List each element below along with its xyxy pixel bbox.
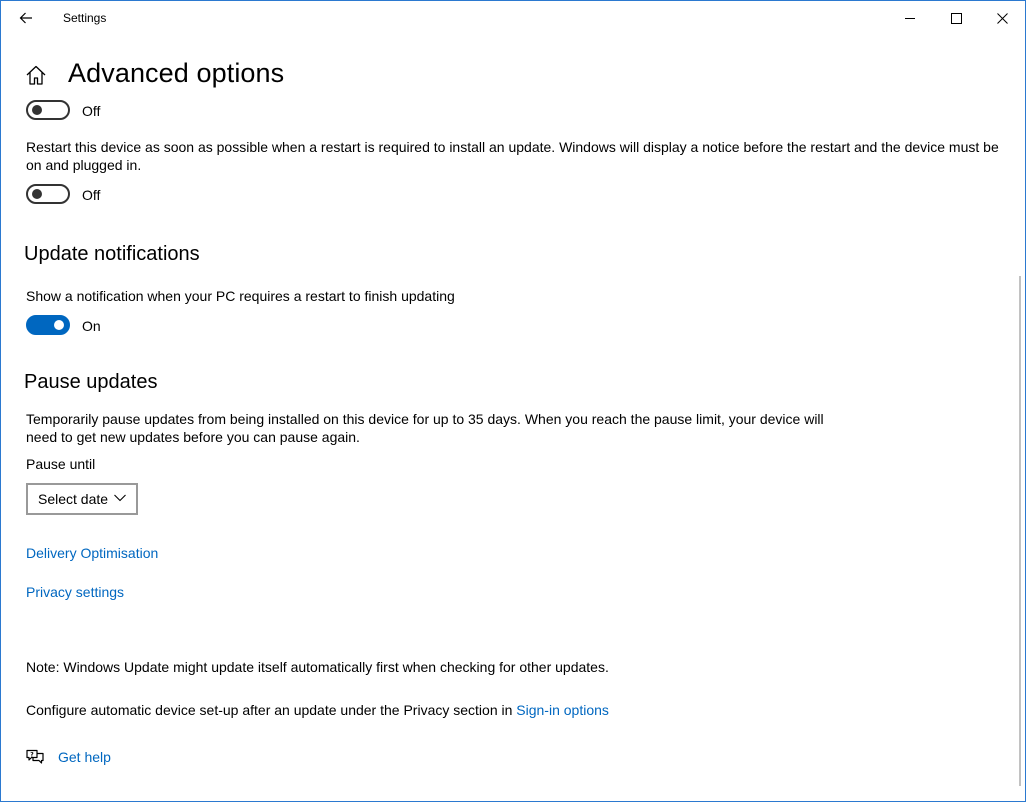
update-notifications-toggle[interactable] — [26, 315, 70, 335]
close-button[interactable] — [979, 1, 1025, 35]
windows-update-note: Note: Windows Update might update itself… — [26, 659, 609, 675]
select-date-value: Select date — [38, 491, 109, 507]
delivery-optimisation-link[interactable]: Delivery Optimisation — [26, 545, 158, 561]
update-notifications-description: Show a notification when your PC require… — [26, 288, 455, 304]
get-help-icon-wrap[interactable]: ? — [25, 747, 45, 767]
toggle-knob — [54, 320, 64, 330]
close-icon — [996, 12, 1008, 24]
update-notifications-heading: Update notifications — [24, 243, 200, 265]
maximize-button[interactable] — [933, 1, 979, 35]
page-title: Advanced options — [68, 58, 285, 88]
restart-toggle-state-label: Off — [82, 187, 101, 203]
chevron-down-icon — [114, 494, 126, 502]
toggle-knob — [32, 105, 42, 115]
minimize-icon — [905, 18, 915, 19]
sign-in-options-link[interactable]: Sign-in options — [516, 702, 609, 718]
window-title: Settings — [63, 11, 107, 25]
get-help-link[interactable]: Get help — [58, 749, 111, 765]
settings-window: Settings Advanced options Off Restart th… — [0, 0, 1026, 802]
get-help-icon: ? — [26, 749, 44, 764]
home-button[interactable] — [25, 64, 47, 86]
pause-until-select[interactable]: Select date — [26, 483, 138, 515]
back-button[interactable] — [11, 5, 41, 31]
privacy-settings-link[interactable]: Privacy settings — [26, 584, 124, 600]
toggle-knob — [32, 189, 42, 199]
home-icon — [26, 65, 46, 85]
title-bar: Settings — [1, 1, 1025, 35]
configure-setup-prefix: Configure automatic device set-up after … — [26, 702, 517, 718]
svg-text:?: ? — [30, 752, 34, 759]
toggle-switch-1[interactable] — [26, 100, 70, 120]
back-arrow-icon — [19, 12, 32, 24]
maximize-icon — [950, 12, 962, 24]
restart-description: Restart this device as soon as possible … — [26, 139, 999, 173]
pause-until-label: Pause until — [26, 456, 96, 472]
pause-updates-heading: Pause updates — [24, 371, 158, 393]
restart-toggle[interactable] — [26, 184, 70, 204]
update-notifications-state-label: On — [82, 318, 101, 334]
configure-setup-text: Configure automatic device set-up after … — [26, 701, 609, 719]
pause-updates-description: Temporarily pause updates from being ins… — [26, 411, 824, 445]
scrollbar-thumb[interactable] — [1019, 276, 1021, 786]
toggle-state-label-1: Off — [82, 103, 101, 119]
minimize-button[interactable] — [887, 1, 933, 35]
